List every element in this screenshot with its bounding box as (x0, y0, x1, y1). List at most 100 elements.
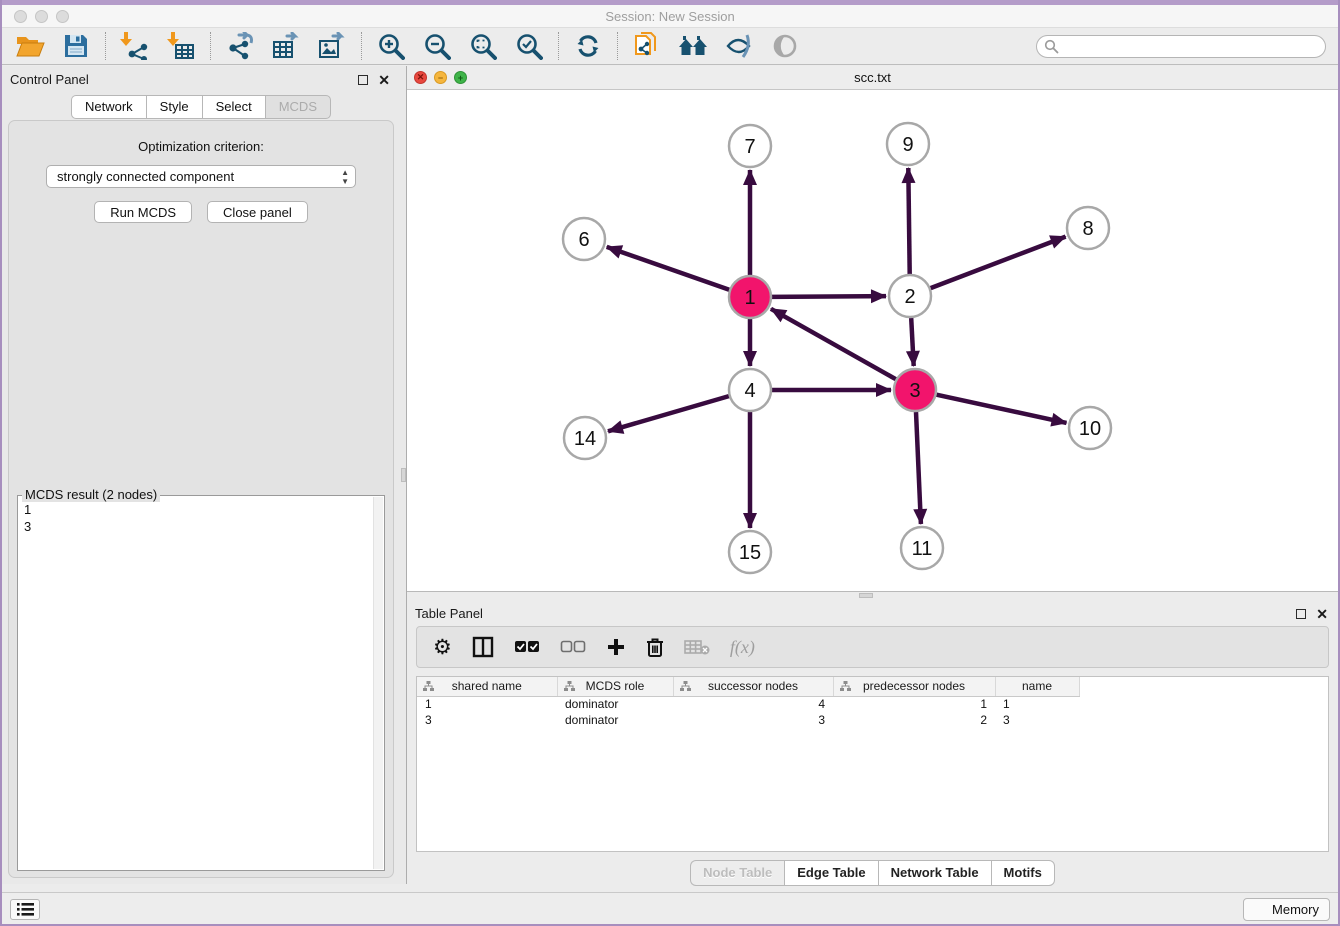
graph-node-9[interactable]: 9 (887, 123, 929, 165)
graph-node-10[interactable]: 10 (1069, 407, 1111, 449)
float-panel-icon[interactable] (1296, 609, 1306, 619)
column-header-predecessor-nodes[interactable]: predecessor nodes (833, 677, 995, 696)
result-line: 1 (24, 501, 368, 518)
clone-network-icon[interactable] (627, 30, 667, 62)
graph-node-8[interactable]: 8 (1067, 207, 1109, 249)
column-header-mcds-role[interactable]: MCDS role (557, 677, 673, 696)
mcds-result-text[interactable]: 13 (20, 498, 372, 868)
refresh-icon[interactable] (568, 30, 608, 62)
network-canvas[interactable]: 1 2 3 4 6 7 8 9 10 11 14 15 (407, 90, 1338, 591)
network-window: ✕ − + scc.txt 1 2 3 4 6 7 8 9 10 11 14 (407, 66, 1338, 592)
toolbar-separator (105, 32, 106, 60)
control-panel: Control Panel ✕ Network Style Select MCD… (2, 66, 400, 884)
table-row[interactable]: 1 dominator 4 1 1 (417, 696, 1079, 712)
mcds-result-group: MCDS result (2 nodes) 13 (17, 495, 385, 871)
run-mcds-button[interactable]: Run MCDS (94, 201, 192, 223)
tab-network-table[interactable]: Network Table (878, 860, 991, 886)
graph-node-14[interactable]: 14 (564, 417, 606, 459)
tree-icon (564, 681, 575, 695)
export-network-icon[interactable] (220, 30, 260, 62)
tab-node-table[interactable]: Node Table (690, 860, 784, 886)
search-input[interactable] (1036, 35, 1326, 58)
graph-node-3[interactable]: 3 (894, 369, 936, 411)
splitter-grip[interactable] (859, 593, 873, 598)
column-header-successor-nodes[interactable]: successor nodes (673, 677, 833, 696)
close-panel-icon[interactable]: ✕ (378, 75, 390, 85)
deselect-all-icon[interactable] (560, 640, 586, 654)
graph-edge-2-9[interactable] (908, 168, 909, 274)
zoom-fit-icon[interactable] (463, 30, 503, 62)
open-session-icon[interactable] (10, 30, 50, 62)
tab-edge-table[interactable]: Edge Table (784, 860, 877, 886)
window-title: Session: New Session (0, 9, 1340, 24)
column-header-shared-name[interactable]: shared name (417, 677, 557, 696)
graph-node-2[interactable]: 2 (889, 275, 931, 317)
tab-select[interactable]: Select (202, 95, 265, 119)
import-network-icon[interactable] (115, 30, 155, 62)
tree-icon (680, 681, 691, 695)
network-graph: 1 2 3 4 6 7 8 9 10 11 14 15 (407, 90, 1336, 592)
style-preview-icon[interactable] (719, 30, 759, 62)
column-mode-icon[interactable] (472, 636, 494, 658)
export-table-icon[interactable] (266, 30, 306, 62)
select-all-icon[interactable] (514, 640, 540, 654)
graph-edge-2-8[interactable] (931, 237, 1066, 289)
graph-node-4[interactable]: 4 (729, 369, 771, 411)
tab-mcds[interactable]: MCDS (265, 95, 331, 119)
graph-edge-4-14[interactable] (608, 396, 729, 431)
delete-table-icon[interactable] (684, 639, 710, 655)
horizontal-splitter[interactable] (407, 592, 1338, 600)
table-panel: Table Panel ✕ ⚙ f(x) (407, 600, 1338, 890)
zoom-in-icon[interactable] (371, 30, 411, 62)
table-panel-title: Table Panel (415, 606, 483, 621)
tab-style[interactable]: Style (146, 95, 202, 119)
function-builder-icon[interactable]: f(x) (730, 637, 755, 658)
toolbar-separator (210, 32, 211, 60)
control-panel-title: Control Panel (10, 72, 89, 87)
zoom-selected-icon[interactable] (509, 30, 549, 62)
tree-icon (423, 681, 434, 695)
splitter-grip[interactable] (401, 468, 406, 482)
graph-node-11[interactable]: 11 (901, 527, 943, 569)
birdseye-view-icon[interactable] (765, 30, 805, 62)
save-session-icon[interactable] (56, 30, 96, 62)
gear-icon[interactable]: ⚙ (433, 637, 452, 657)
tab-network[interactable]: Network (71, 95, 146, 119)
graph-edge-2-3[interactable] (911, 318, 914, 366)
graph-edge-3-11[interactable] (916, 412, 921, 524)
memory-button[interactable]: Memory (1243, 898, 1330, 921)
task-history-button[interactable] (10, 899, 40, 920)
float-panel-icon[interactable] (358, 75, 368, 85)
graph-node-1[interactable]: 1 (729, 276, 771, 318)
toolbar-separator (617, 32, 618, 60)
select-stepper-icon: ▲▼ (341, 168, 349, 186)
home-icon[interactable] (673, 30, 713, 62)
import-table-icon[interactable] (161, 30, 201, 62)
delete-column-icon[interactable] (646, 637, 664, 658)
export-image-icon[interactable] (312, 30, 352, 62)
tab-motifs[interactable]: Motifs (991, 860, 1055, 886)
svg-text:2: 2 (904, 286, 915, 308)
add-column-icon[interactable] (606, 637, 626, 657)
control-panel-tabs: Network Style Select MCDS (2, 95, 400, 119)
svg-text:14: 14 (574, 428, 596, 450)
graph-node-6[interactable]: 6 (563, 218, 605, 260)
network-window-title: scc.txt (407, 70, 1338, 85)
graph-edge-3-1[interactable] (771, 309, 896, 379)
vertical-splitter[interactable] (400, 66, 407, 884)
graph-node-7[interactable]: 7 (729, 125, 771, 167)
graph-edge-1-6[interactable] (607, 247, 730, 290)
graph-node-15[interactable]: 15 (729, 531, 771, 573)
close-panel-icon[interactable]: ✕ (1316, 609, 1328, 619)
graph-edge-1-2[interactable] (772, 296, 886, 297)
graph-edge-3-10[interactable] (937, 395, 1067, 423)
svg-text:8: 8 (1082, 218, 1093, 240)
zoom-out-icon[interactable] (417, 30, 457, 62)
toolbar-separator (558, 32, 559, 60)
criterion-select[interactable]: strongly connected component ▲▼ (46, 165, 356, 188)
result-scrollbar[interactable] (373, 497, 383, 869)
close-panel-button[interactable]: Close panel (207, 201, 308, 223)
table-row[interactable]: 3 dominator 3 2 3 (417, 712, 1079, 728)
svg-text:11: 11 (912, 538, 933, 560)
column-header-name[interactable]: name (995, 677, 1079, 696)
